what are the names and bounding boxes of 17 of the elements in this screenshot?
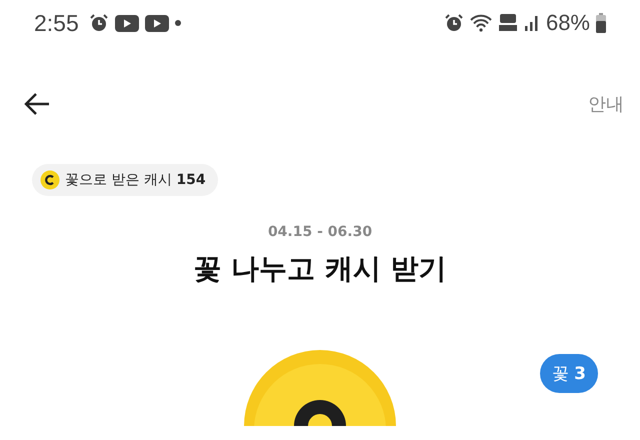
- dot-icon: [174, 20, 181, 26]
- cash-chip-label: 꽃으로 받은 캐시 154: [65, 171, 206, 189]
- event-period: 04.15 - 06.30: [266, 224, 374, 240]
- flower-count-badge: 꽃 3: [540, 354, 598, 393]
- play-icon: [114, 14, 139, 32]
- alarm-icon: [444, 13, 464, 33]
- help-link[interactable]: 안내: [588, 92, 624, 116]
- play-icon: [144, 14, 169, 32]
- event-title: 꽃 나누고 캐시 받기: [192, 251, 448, 287]
- wifi-icon: [470, 14, 492, 32]
- battery-icon: [596, 13, 606, 33]
- back-arrow-icon[interactable]: [24, 93, 50, 115]
- signal-icon: [524, 15, 540, 31]
- battery-percent: 68%: [546, 10, 590, 36]
- coin-icon: [40, 170, 60, 190]
- alarm-icon: [88, 13, 109, 33]
- status-time: 2:55: [34, 10, 79, 36]
